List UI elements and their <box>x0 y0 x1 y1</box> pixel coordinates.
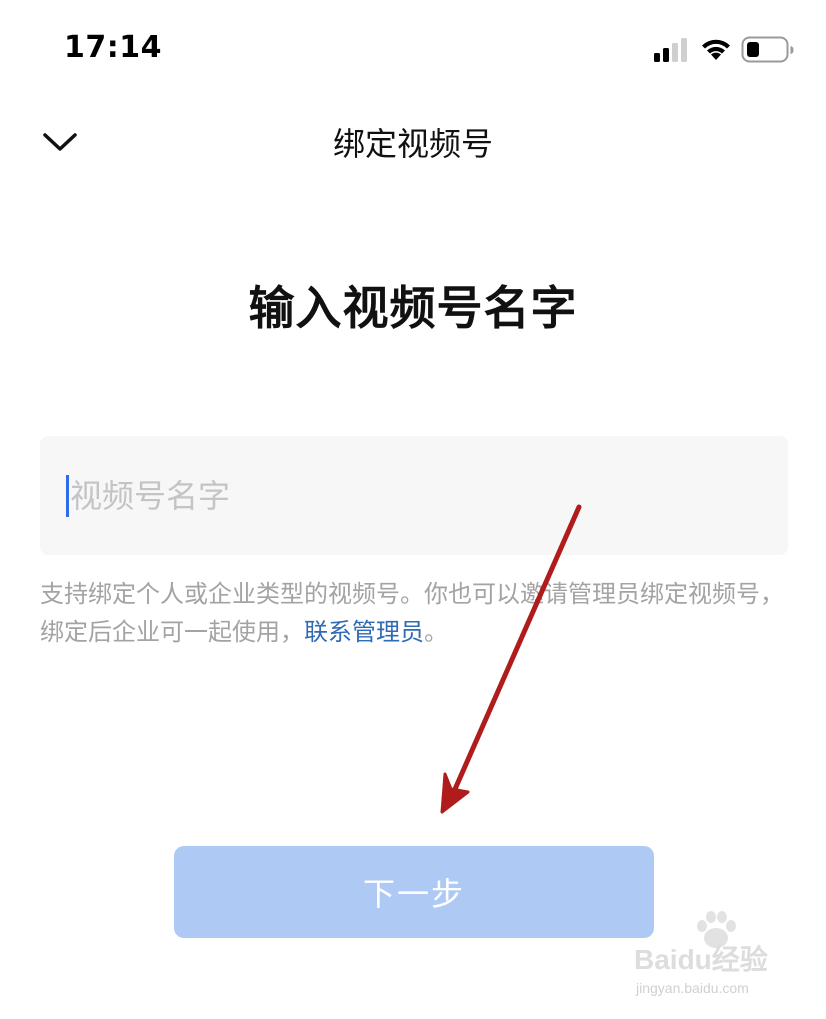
baidu-watermark: Baidu经验 jingyan.baidu.com <box>630 911 790 1000</box>
next-button[interactable]: 下一步 <box>174 846 654 938</box>
channel-name-field[interactable] <box>40 436 788 555</box>
nav-title: 绑定视频号 <box>332 125 493 163</box>
page-title: 输入视频号名字 <box>248 281 578 335</box>
contact-admin-link[interactable]: 联系管理员 <box>304 618 424 646</box>
wifi-icon <box>702 39 730 60</box>
battery-icon <box>741 36 794 63</box>
helper-text: 支持绑定个人或企业类型的视频号。你也可以邀请管理员绑定视频号，绑定后企业可一起使… <box>40 575 790 651</box>
helper-end: 。 <box>424 618 448 646</box>
channel-name-input[interactable] <box>70 436 770 555</box>
text-cursor <box>66 475 69 517</box>
status-time: 17:14 <box>64 30 162 65</box>
screen: 17:14 绑定视频号 输入视频号名字 支持绑定个人或企业类型的视频号。你也可以… <box>0 0 826 1019</box>
signal-icon <box>654 38 687 62</box>
watermark-brand: Baidu经验 <box>634 944 768 975</box>
watermark-url: jingyan.baidu.com <box>636 980 749 996</box>
